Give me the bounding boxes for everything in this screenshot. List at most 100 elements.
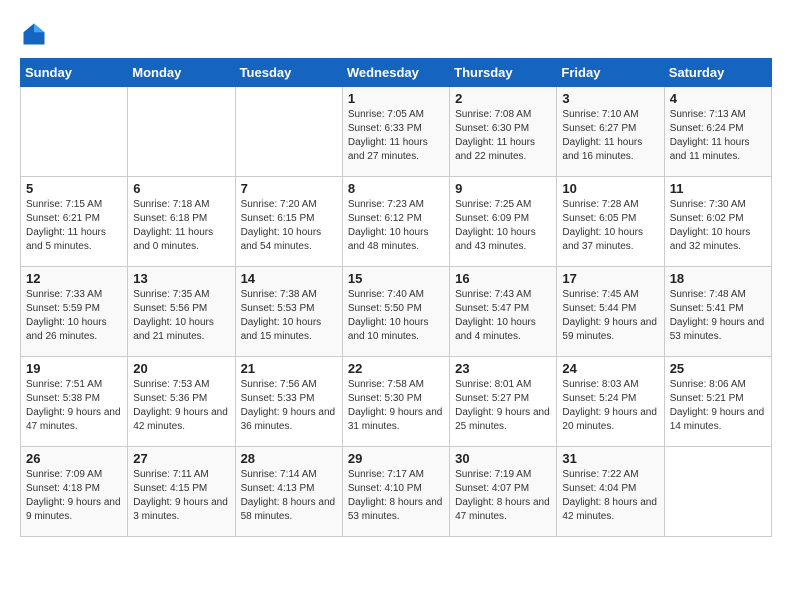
day-number: 9 [455, 181, 551, 196]
col-header-wednesday: Wednesday [342, 59, 449, 87]
day-info: Sunrise: 7:40 AM Sunset: 5:50 PM Dayligh… [348, 288, 444, 344]
calendar-cell: 10 Sunrise: 7:28 AM Sunset: 6:05 PM Dayli… [557, 177, 664, 267]
day-number: 17 [562, 271, 658, 286]
day-info: Sunrise: 7:53 AM Sunset: 5:36 PM Dayligh… [133, 378, 229, 434]
calendar-cell: 26 Sunrise: 7:09 AM Sunset: 4:18 PM Dayli… [21, 447, 128, 537]
day-info: Sunrise: 7:45 AM Sunset: 5:44 PM Dayligh… [562, 288, 658, 344]
day-number: 25 [670, 361, 766, 376]
day-number: 23 [455, 361, 551, 376]
day-number: 15 [348, 271, 444, 286]
day-info: Sunrise: 7:05 AM Sunset: 6:33 PM Dayligh… [348, 108, 444, 164]
day-number: 16 [455, 271, 551, 286]
calendar-cell: 11Sunrise: 7:30 AM Sunset: 6:02 PM Dayli… [664, 177, 771, 267]
day-info: Sunrise: 7:48 AM Sunset: 5:41 PM Dayligh… [670, 288, 766, 344]
day-number: 4 [670, 91, 766, 106]
day-info: Sunrise: 7:10 AM Sunset: 6:27 PM Dayligh… [562, 108, 658, 164]
calendar-cell: 17 Sunrise: 7:45 AM Sunset: 5:44 PM Dayli… [557, 267, 664, 357]
calendar-cell: 12Sunrise: 7:33 AM Sunset: 5:59 PM Dayli… [21, 267, 128, 357]
calendar-cell: 16 Sunrise: 7:43 AM Sunset: 5:47 PM Dayli… [450, 267, 557, 357]
day-number: 24 [562, 361, 658, 376]
calendar-header: SundayMondayTuesdayWednesdayThursdayFrid… [21, 59, 772, 87]
day-number: 10 [562, 181, 658, 196]
day-info: Sunrise: 7:25 AM Sunset: 6:09 PM Dayligh… [455, 198, 551, 254]
day-number: 21 [241, 361, 337, 376]
day-info: Sunrise: 7:15 AM Sunset: 6:21 PM Dayligh… [26, 198, 122, 254]
calendar-cell: 7 Sunrise: 7:20 AM Sunset: 6:15 PM Daylig… [235, 177, 342, 267]
calendar-cell: 18 Sunrise: 7:48 AM Sunset: 5:41 PM Dayli… [664, 267, 771, 357]
day-info: Sunrise: 8:01 AM Sunset: 5:27 PM Dayligh… [455, 378, 551, 434]
calendar-cell: 21 Sunrise: 7:56 AM Sunset: 5:33 PM Dayli… [235, 357, 342, 447]
day-number: 19 [26, 361, 122, 376]
day-number: 6 [133, 181, 229, 196]
calendar-cell: 3 Sunrise: 7:10 AM Sunset: 6:27 PM Daylig… [557, 87, 664, 177]
calendar-cell: 14Sunrise: 7:38 AM Sunset: 5:53 PM Dayli… [235, 267, 342, 357]
calendar-cell: 19 Sunrise: 7:51 AM Sunset: 5:38 PM Dayli… [21, 357, 128, 447]
calendar-cell: 29 Sunrise: 7:17 AM Sunset: 4:10 PM Dayli… [342, 447, 449, 537]
day-info: Sunrise: 7:58 AM Sunset: 5:30 PM Dayligh… [348, 378, 444, 434]
day-info: Sunrise: 7:28 AM Sunset: 6:05 PM Dayligh… [562, 198, 658, 254]
day-info: Sunrise: 7:51 AM Sunset: 5:38 PM Dayligh… [26, 378, 122, 434]
col-header-sunday: Sunday [21, 59, 128, 87]
day-number: 2 [455, 91, 551, 106]
day-number: 14 [241, 271, 337, 286]
calendar-cell: 2 Sunrise: 7:08 AM Sunset: 6:30 PM Daylig… [450, 87, 557, 177]
calendar-cell: 20Sunrise: 7:53 AM Sunset: 5:36 PM Dayli… [128, 357, 235, 447]
day-info: Sunrise: 7:19 AM Sunset: 4:07 PM Dayligh… [455, 468, 551, 524]
col-header-friday: Friday [557, 59, 664, 87]
calendar-cell: 27 Sunrise: 7:11 AM Sunset: 4:15 PM Dayli… [128, 447, 235, 537]
day-number: 28 [241, 451, 337, 466]
calendar-cell: 6 Sunrise: 7:18 AM Sunset: 6:18 PM Daylig… [128, 177, 235, 267]
day-info: Sunrise: 7:23 AM Sunset: 6:12 PM Dayligh… [348, 198, 444, 254]
col-header-monday: Monday [128, 59, 235, 87]
calendar-cell [664, 447, 771, 537]
day-info: Sunrise: 7:43 AM Sunset: 5:47 PM Dayligh… [455, 288, 551, 344]
day-number: 8 [348, 181, 444, 196]
day-number: 29 [348, 451, 444, 466]
calendar-cell: 28 Sunrise: 7:14 AM Sunset: 4:13 PM Dayli… [235, 447, 342, 537]
day-info: Sunrise: 7:08 AM Sunset: 6:30 PM Dayligh… [455, 108, 551, 164]
day-info: Sunrise: 7:17 AM Sunset: 4:10 PM Dayligh… [348, 468, 444, 524]
day-info: Sunrise: 7:56 AM Sunset: 5:33 PM Dayligh… [241, 378, 337, 434]
col-header-saturday: Saturday [664, 59, 771, 87]
day-number: 26 [26, 451, 122, 466]
day-info: Sunrise: 8:03 AM Sunset: 5:24 PM Dayligh… [562, 378, 658, 434]
calendar-cell: 1 Sunrise: 7:05 AM Sunset: 6:33 PM Daylig… [342, 87, 449, 177]
day-info: Sunrise: 7:09 AM Sunset: 4:18 PM Dayligh… [26, 468, 122, 524]
calendar-cell: 24 Sunrise: 8:03 AM Sunset: 5:24 PM Dayli… [557, 357, 664, 447]
calendar-cell: 4 Sunrise: 7:13 AM Sunset: 6:24 PM Daylig… [664, 87, 771, 177]
calendar-cell: 5 Sunrise: 7:15 AM Sunset: 6:21 PM Daylig… [21, 177, 128, 267]
day-number: 30 [455, 451, 551, 466]
day-number: 7 [241, 181, 337, 196]
day-info: Sunrise: 7:30 AM Sunset: 6:02 PM Dayligh… [670, 198, 766, 254]
calendar-cell: 23 Sunrise: 8:01 AM Sunset: 5:27 PM Dayli… [450, 357, 557, 447]
logo [20, 20, 52, 48]
calendar-cell [235, 87, 342, 177]
calendar-cell: 9 Sunrise: 7:25 AM Sunset: 6:09 PM Daylig… [450, 177, 557, 267]
day-info: Sunrise: 8:06 AM Sunset: 5:21 PM Dayligh… [670, 378, 766, 434]
calendar-cell: 8 Sunrise: 7:23 AM Sunset: 6:12 PM Daylig… [342, 177, 449, 267]
day-info: Sunrise: 7:33 AM Sunset: 5:59 PM Dayligh… [26, 288, 122, 344]
calendar-cell [21, 87, 128, 177]
col-header-thursday: Thursday [450, 59, 557, 87]
day-number: 18 [670, 271, 766, 286]
day-info: Sunrise: 7:20 AM Sunset: 6:15 PM Dayligh… [241, 198, 337, 254]
calendar-cell: 22 Sunrise: 7:58 AM Sunset: 5:30 PM Dayli… [342, 357, 449, 447]
day-number: 1 [348, 91, 444, 106]
calendar-cell: 25 Sunrise: 8:06 AM Sunset: 5:21 PM Dayli… [664, 357, 771, 447]
day-number: 5 [26, 181, 122, 196]
day-info: Sunrise: 7:22 AM Sunset: 4:04 PM Dayligh… [562, 468, 658, 524]
day-number: 3 [562, 91, 658, 106]
day-number: 31 [562, 451, 658, 466]
day-info: Sunrise: 7:14 AM Sunset: 4:13 PM Dayligh… [241, 468, 337, 524]
calendar-cell: 31 Sunrise: 7:22 AM Sunset: 4:04 PM Dayli… [557, 447, 664, 537]
day-number: 22 [348, 361, 444, 376]
day-info: Sunrise: 7:18 AM Sunset: 6:18 PM Dayligh… [133, 198, 229, 254]
page-header [20, 20, 772, 48]
day-info: Sunrise: 7:11 AM Sunset: 4:15 PM Dayligh… [133, 468, 229, 524]
day-info: Sunrise: 7:13 AM Sunset: 6:24 PM Dayligh… [670, 108, 766, 164]
day-number: 27 [133, 451, 229, 466]
calendar-cell: 13Sunrise: 7:35 AM Sunset: 5:56 PM Dayli… [128, 267, 235, 357]
day-number: 13 [133, 271, 229, 286]
calendar-cell: 15 Sunrise: 7:40 AM Sunset: 5:50 PM Dayli… [342, 267, 449, 357]
calendar-cell [128, 87, 235, 177]
